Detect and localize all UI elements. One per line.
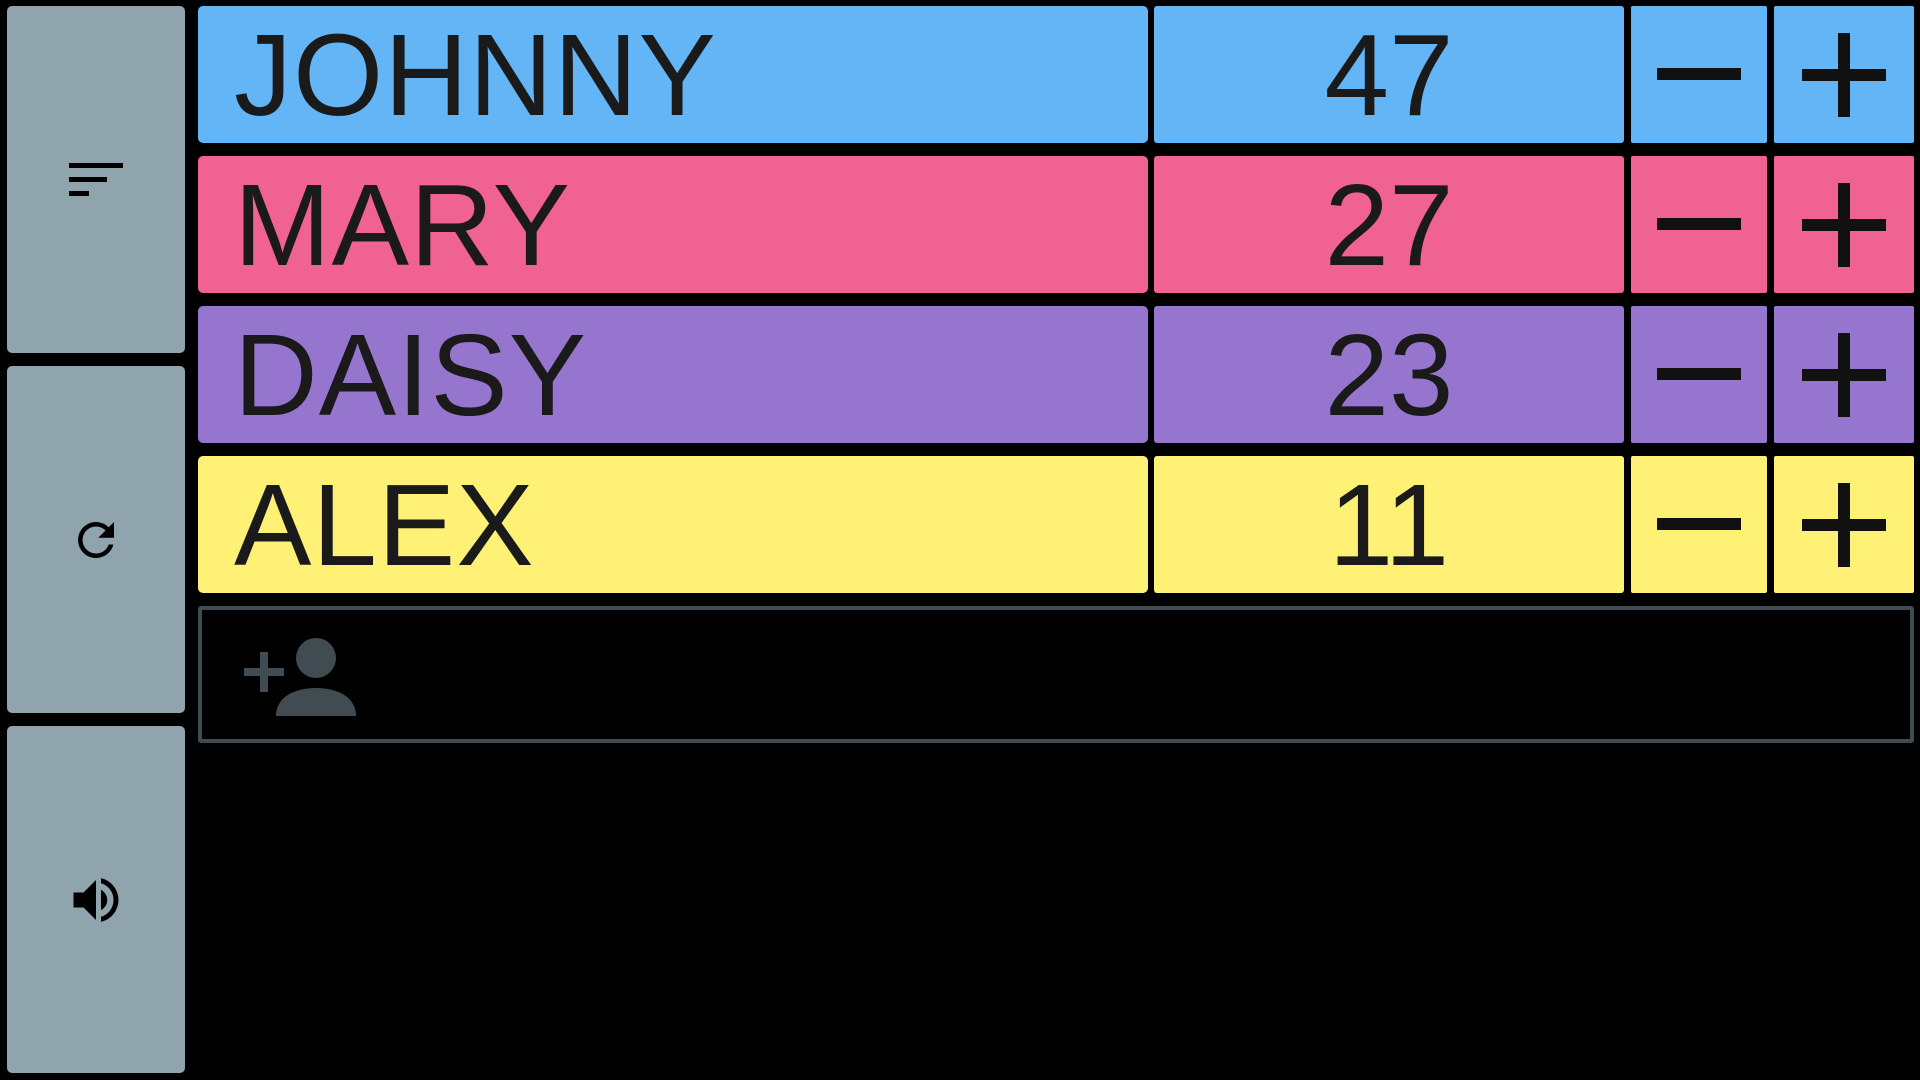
player-score: 27 [1154, 156, 1624, 293]
decrement-button[interactable] [1631, 306, 1767, 443]
minus-icon [1657, 517, 1741, 530]
minus-icon [1657, 217, 1741, 230]
plus-icon [1802, 482, 1886, 567]
player-name[interactable]: JOHNNY [198, 6, 1148, 143]
minus-icon [1657, 67, 1741, 80]
add-person-icon [244, 638, 356, 716]
player-row: MARY 27 [198, 156, 1914, 293]
increment-button[interactable] [1774, 456, 1914, 593]
player-score: 11 [1154, 456, 1624, 593]
plus-icon [1802, 32, 1886, 117]
player-name[interactable]: ALEX [198, 456, 1148, 593]
plus-icon [1802, 332, 1886, 417]
player-score: 47 [1154, 6, 1624, 143]
plus-icon [1802, 182, 1886, 267]
scoreboard-app: JOHNNY 47 MARY 27 DAISY 23 ALEX 11 [0, 0, 1920, 1080]
decrement-button[interactable] [1631, 6, 1767, 143]
sound-button[interactable] [7, 726, 185, 1073]
volume-icon [66, 870, 126, 930]
reset-button[interactable] [7, 366, 185, 713]
decrement-button[interactable] [1631, 456, 1767, 593]
refresh-icon [69, 513, 123, 567]
decrement-button[interactable] [1631, 156, 1767, 293]
increment-button[interactable] [1774, 6, 1914, 143]
increment-button[interactable] [1774, 156, 1914, 293]
minus-icon [1657, 367, 1741, 380]
player-row: ALEX 11 [198, 456, 1914, 593]
player-name[interactable]: MARY [198, 156, 1148, 293]
player-score: 23 [1154, 306, 1624, 443]
player-row: JOHNNY 47 [198, 6, 1914, 143]
player-row: DAISY 23 [198, 306, 1914, 443]
sort-icon [67, 159, 125, 201]
add-player-button[interactable] [198, 606, 1914, 743]
increment-button[interactable] [1774, 306, 1914, 443]
player-name[interactable]: DAISY [198, 306, 1148, 443]
sort-button[interactable] [7, 6, 185, 353]
